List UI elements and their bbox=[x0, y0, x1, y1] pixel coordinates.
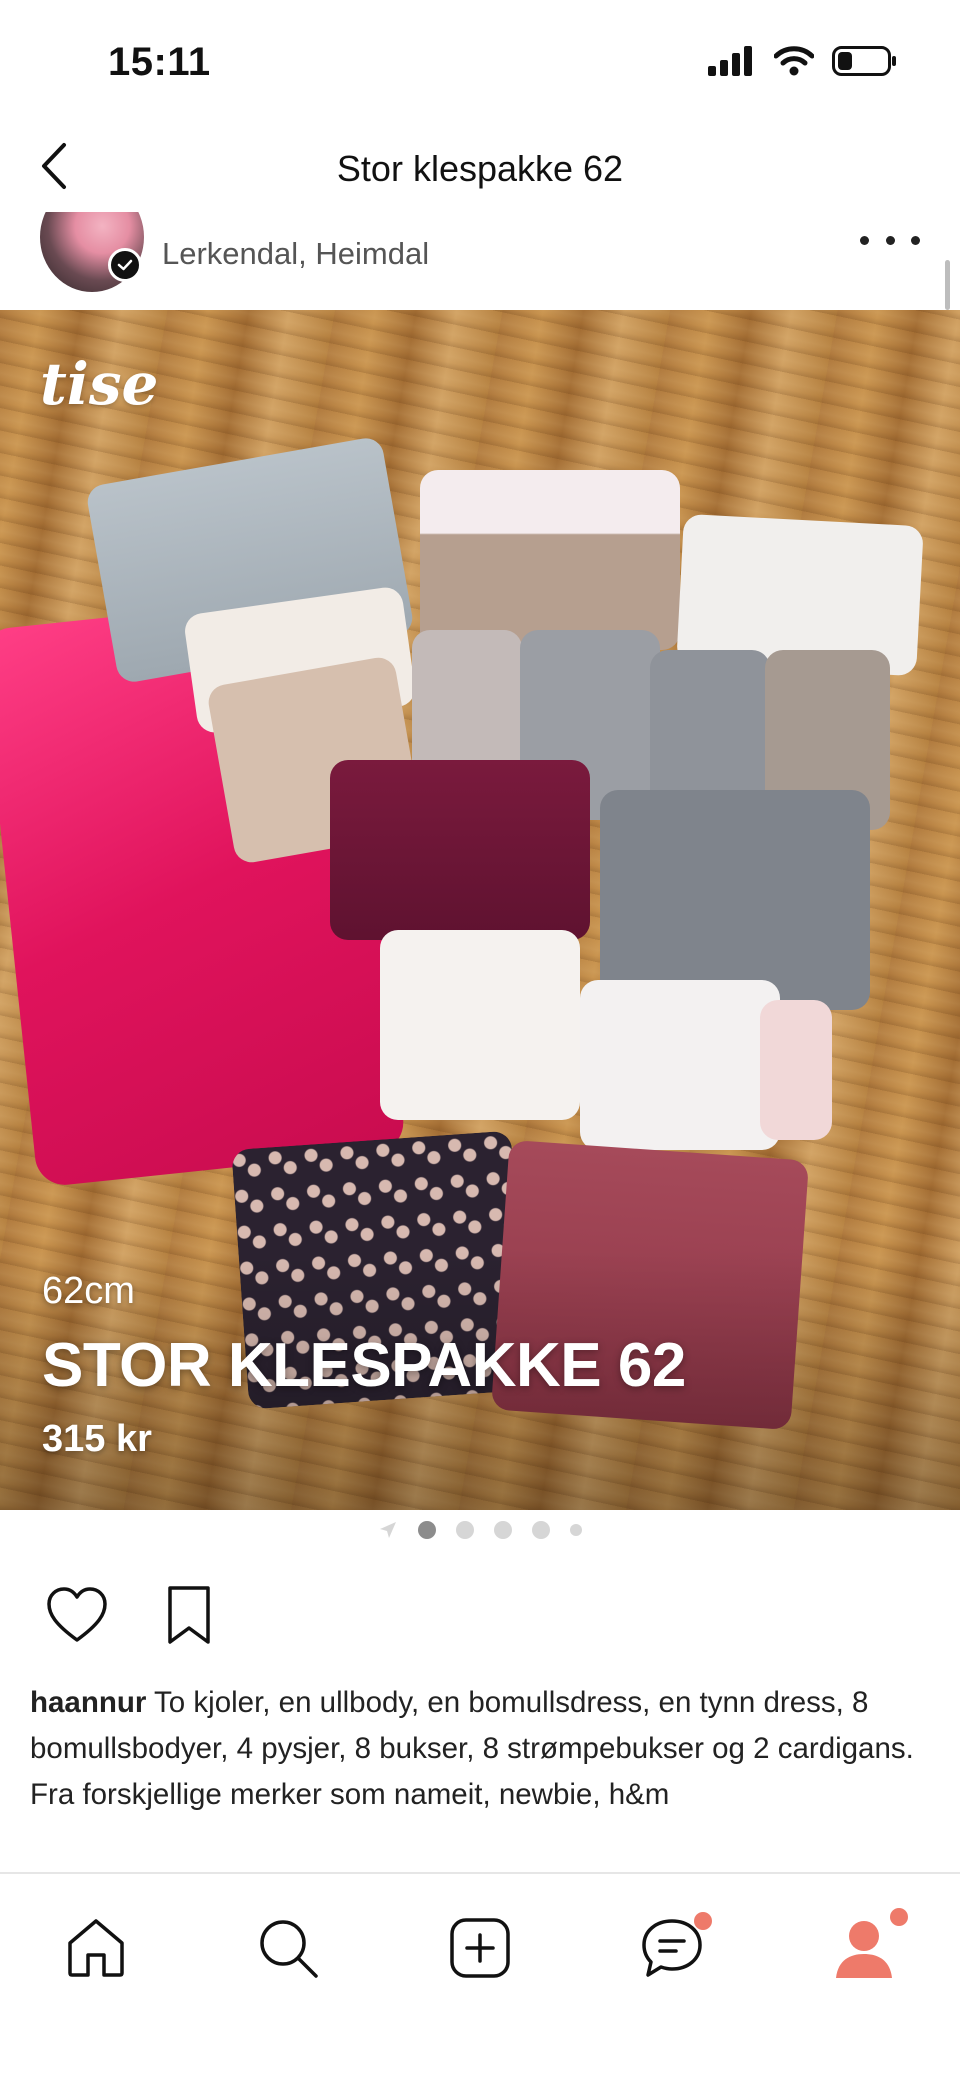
status-time: 15:11 bbox=[108, 40, 211, 84]
save-button[interactable] bbox=[156, 1582, 222, 1648]
plus-icon bbox=[450, 1918, 510, 1978]
notification-badge bbox=[890, 1908, 908, 1926]
action-row bbox=[44, 1582, 222, 1648]
seller-row: Lerkendal, Heimdal bbox=[0, 212, 960, 308]
item-size: 62cm bbox=[42, 1270, 135, 1312]
dot bbox=[860, 235, 869, 245]
listing-photo[interactable]: tise 62cm STOR KLESPAKKE 62 315 kr bbox=[0, 310, 960, 1510]
heart-icon bbox=[47, 1587, 107, 1642]
knit-cardigan bbox=[420, 470, 680, 650]
tab-messages[interactable] bbox=[632, 1908, 712, 1988]
item-description: haannur To kjoler, en ullbody, en bomull… bbox=[30, 1680, 930, 1818]
battery-icon bbox=[832, 46, 896, 76]
tab-new-listing[interactable] bbox=[440, 1908, 520, 1988]
profile-icon bbox=[836, 1921, 892, 1978]
tise-watermark: tise bbox=[40, 350, 159, 418]
pager-dot[interactable] bbox=[570, 1524, 582, 1536]
pager-dot[interactable] bbox=[532, 1521, 550, 1539]
nav-header: Stor klespakke 62 bbox=[0, 130, 960, 210]
pager-dot-active[interactable] bbox=[418, 1521, 436, 1539]
tab-home[interactable] bbox=[56, 1908, 136, 1988]
notification-badge bbox=[694, 1912, 712, 1930]
item-title: STOR KLESPAKKE 62 bbox=[42, 1331, 686, 1400]
description-text: To kjoler, en ullbody, en bomullsdress, … bbox=[30, 1686, 914, 1811]
white-top bbox=[380, 930, 580, 1120]
signal-icon bbox=[708, 46, 752, 76]
tab-bar bbox=[0, 1872, 960, 2078]
pager-dot[interactable] bbox=[456, 1521, 474, 1539]
status-icons bbox=[708, 46, 898, 76]
white-print-top bbox=[580, 980, 780, 1150]
search-icon bbox=[260, 1920, 318, 1978]
bookmark-icon bbox=[168, 1586, 210, 1644]
wifi-icon bbox=[774, 46, 814, 76]
dot bbox=[911, 235, 920, 245]
cat-sweater bbox=[600, 790, 870, 1010]
status-bar: 15:11 bbox=[0, 0, 960, 120]
photo-pager bbox=[0, 1518, 960, 1542]
chat-icon bbox=[642, 1919, 702, 1977]
like-button[interactable] bbox=[44, 1582, 110, 1648]
seller-location[interactable]: Lerkendal, Heimdal bbox=[162, 236, 429, 272]
dot bbox=[885, 235, 895, 245]
pager-dot[interactable] bbox=[494, 1521, 512, 1539]
home-icon bbox=[68, 1919, 124, 1977]
pink-bodysuit bbox=[760, 1000, 832, 1140]
more-options-button[interactable] bbox=[860, 220, 920, 260]
burgundy-knit bbox=[330, 760, 590, 940]
page-title: Stor klespakke 62 bbox=[336, 148, 624, 189]
tab-profile[interactable] bbox=[824, 1908, 908, 1988]
seller-username[interactable]: haannur bbox=[30, 1686, 146, 1719]
check-icon bbox=[117, 259, 133, 271]
verified-badge bbox=[108, 248, 142, 282]
location-arrow-icon bbox=[380, 1522, 396, 1538]
scrollbar[interactable] bbox=[945, 260, 950, 310]
item-price: 315 kr bbox=[42, 1418, 152, 1460]
tab-search[interactable] bbox=[248, 1908, 328, 1988]
